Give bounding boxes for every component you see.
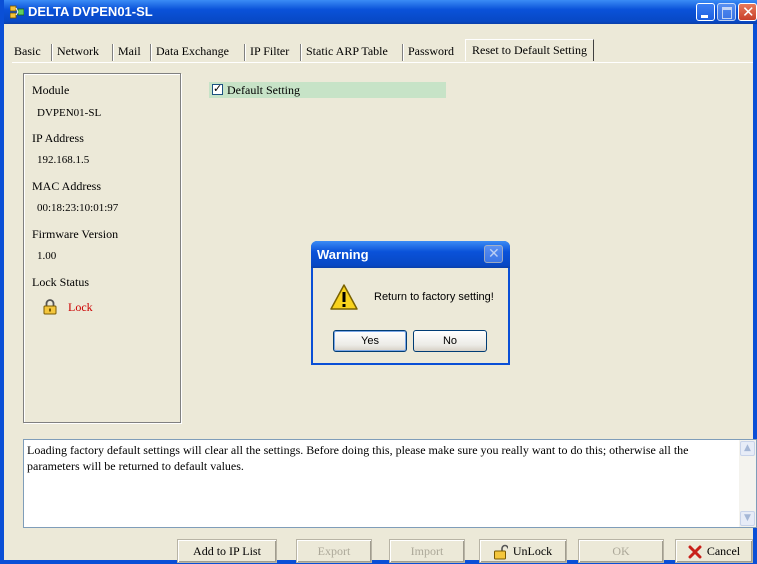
ok-button[interactable]: OK bbox=[578, 539, 664, 563]
unlock-label: UnLock bbox=[512, 544, 553, 558]
warning-icon bbox=[330, 284, 358, 310]
default-setting-row[interactable]: Default Setting bbox=[209, 82, 446, 98]
vertical-scrollbar[interactable]: ▲ ▼ bbox=[739, 440, 756, 527]
mac-address-value: 00:18:23:10:01:97 bbox=[37, 202, 119, 214]
default-setting-checkbox[interactable] bbox=[212, 82, 223, 95]
firmware-version-label: Firmware Version bbox=[32, 227, 119, 241]
mac-address-label: MAC Address bbox=[32, 179, 102, 193]
lock-status-value: Lock bbox=[68, 300, 93, 314]
close-icon: ✕ bbox=[742, 3, 755, 21]
scroll-up-icon[interactable]: ▲ bbox=[740, 441, 755, 456]
ok-label: OK bbox=[612, 544, 630, 558]
export-button[interactable]: Export bbox=[296, 539, 372, 563]
ip-address-label: IP Address bbox=[32, 131, 84, 145]
app-icon bbox=[10, 5, 24, 19]
dialog-title-bar[interactable]: Warning ✕ bbox=[311, 241, 510, 268]
yes-button[interactable]: Yes bbox=[333, 330, 407, 352]
firmware-version-value: 1.00 bbox=[37, 250, 57, 262]
close-icon: ✕ bbox=[488, 246, 500, 262]
cancel-button[interactable]: Cancel bbox=[675, 539, 753, 563]
cancel-label: Cancel bbox=[706, 544, 741, 558]
window-title: DELTA DVPEN01-SL bbox=[28, 4, 153, 19]
tab-separator bbox=[112, 44, 114, 61]
import-button[interactable]: Import bbox=[389, 539, 465, 563]
unlock-icon bbox=[493, 545, 508, 560]
import-label: Import bbox=[410, 544, 444, 558]
dialog-close-button[interactable]: ✕ bbox=[484, 245, 503, 263]
scroll-down-icon[interactable]: ▼ bbox=[740, 511, 755, 526]
add-to-ip-list-button[interactable]: Add to IP List bbox=[177, 539, 277, 563]
description-box[interactable]: Loading factory default settings will cl… bbox=[23, 439, 757, 528]
tab-ip-filter[interactable]: IP Filter bbox=[250, 42, 289, 62]
tab-data-exchange[interactable]: Data Exchange bbox=[156, 42, 229, 62]
tab-reset-to-default-setting[interactable]: Reset to Default Setting bbox=[465, 39, 594, 61]
warning-dialog: Warning ✕ Return to factory setting! Yes… bbox=[311, 241, 510, 365]
tab-separator bbox=[150, 44, 152, 61]
no-button[interactable]: No bbox=[413, 330, 487, 352]
dialog-message: Return to factory setting! bbox=[374, 291, 494, 303]
tab-network[interactable]: Network bbox=[57, 42, 99, 62]
device-info-panel: Module DVPEN01-SL IP Address 192.168.1.5… bbox=[23, 73, 181, 423]
tab-basic[interactable]: Basic bbox=[14, 42, 41, 62]
module-label: Module bbox=[32, 83, 70, 97]
tab-separator bbox=[402, 44, 404, 61]
cancel-icon bbox=[688, 545, 702, 559]
ip-address-value: 192.168.1.5 bbox=[37, 154, 90, 166]
title-bar[interactable]: DELTA DVPEN01-SL ✕ bbox=[4, 0, 757, 24]
description-text: Loading factory default settings will cl… bbox=[27, 443, 689, 473]
module-value: DVPEN01-SL bbox=[37, 107, 102, 119]
close-button[interactable]: ✕ bbox=[738, 3, 757, 21]
tab-static-arp-table[interactable]: Static ARP Table bbox=[306, 42, 388, 62]
add-to-ip-list-label: Add to IP List bbox=[193, 544, 261, 558]
lock-icon bbox=[43, 299, 57, 315]
tab-separator bbox=[244, 44, 246, 61]
tab-separator bbox=[51, 44, 53, 61]
tab-password[interactable]: Password bbox=[408, 42, 454, 62]
main-window: DELTA DVPEN01-SL ✕ Basic Network Mail Da… bbox=[0, 0, 757, 564]
dialog-title: Warning bbox=[317, 247, 369, 262]
minimize-button[interactable] bbox=[696, 3, 715, 21]
maximize-button[interactable] bbox=[717, 3, 736, 21]
unlock-button[interactable]: UnLock bbox=[479, 539, 567, 563]
export-label: Export bbox=[317, 544, 351, 558]
tab-underline bbox=[12, 62, 753, 63]
tab-separator bbox=[300, 44, 302, 61]
default-setting-label: Default Setting bbox=[227, 83, 300, 97]
tab-mail[interactable]: Mail bbox=[118, 42, 141, 62]
lock-status-label: Lock Status bbox=[32, 275, 89, 289]
